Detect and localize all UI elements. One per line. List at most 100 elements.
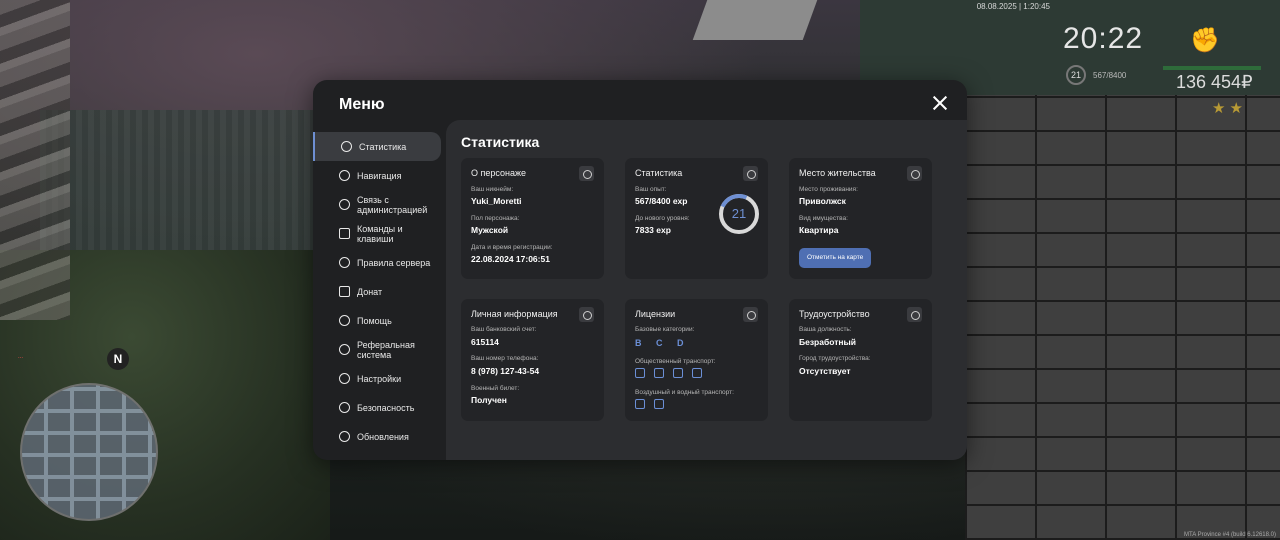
sidebar-item-contact-admin[interactable]: Связь с администрацией: [313, 190, 441, 219]
sidebar-item-label: Статистика: [359, 141, 407, 152]
background-roof: [692, 0, 818, 40]
hud-minimap: [20, 383, 158, 521]
card-about-character: О персонаже Ваш никнейм: Yuki_Moretti По…: [461, 158, 604, 279]
sidebar-item-label: Донат: [357, 286, 383, 297]
next-level-label: До нового уровня:: [635, 215, 690, 222]
next-level-value: 7833 exp: [635, 225, 671, 235]
sidebar: Статистика Навигация Связь с администрац…: [313, 132, 446, 451]
card-residence: Место жительства Место проживания: Приво…: [789, 158, 932, 279]
close-icon[interactable]: [931, 94, 949, 112]
tram-icon: [673, 368, 683, 378]
home-icon: [907, 166, 922, 181]
residence-label: Место проживания:: [799, 186, 858, 193]
sidebar-item-referral[interactable]: Реферальная система: [313, 335, 441, 364]
bank-value: 615114: [471, 337, 499, 347]
sidebar-item-label: Безопасность: [357, 402, 415, 413]
user-icon: [579, 166, 594, 181]
refresh-icon: [339, 431, 350, 442]
phone-value: 8 (978) 127-43-54: [471, 366, 540, 376]
menu-title: Меню: [339, 96, 385, 113]
card-title: Личная информация: [471, 309, 558, 319]
boat-icon: [654, 399, 664, 409]
wallet-icon: [339, 286, 350, 297]
gender-label: Пол персонажа:: [471, 215, 520, 222]
phone-label: Ваш номер телефона:: [471, 355, 539, 362]
sidebar-item-commands[interactable]: Команды и клавиши: [313, 219, 441, 248]
sidebar-item-rules[interactable]: Правила сервера: [313, 248, 441, 277]
background-fence: [40, 110, 330, 260]
bank-label: Ваш банковский счет:: [471, 326, 537, 333]
hud-health-bar: [1163, 66, 1261, 70]
card-employment: Трудоустройство Ваша должность: Безработ…: [789, 299, 932, 421]
card-title: Трудоустройство: [799, 309, 870, 319]
card-licenses: Лицензии Базовые категории: B C D Общест…: [625, 299, 768, 421]
registration-label: Дата и время регистрации:: [471, 244, 553, 251]
sidebar-item-label: Команды и клавиши: [357, 223, 403, 244]
sidebar-item-label: Обновления: [357, 431, 409, 442]
sidebar-item-donate[interactable]: Донат: [313, 277, 441, 306]
card-title: О персонаже: [471, 168, 526, 178]
hud-level: 21: [1066, 65, 1086, 85]
hud-clock: 20:22: [1063, 22, 1144, 55]
sidebar-item-label: Реферальная система: [357, 339, 415, 360]
card-statistics: Статистика Ваш опыт: 567/8400 exp До нов…: [625, 158, 768, 279]
employment-city-value: Отсутствует: [799, 366, 851, 376]
compass-icon: [339, 170, 350, 181]
exp-value: 567/8400 exp: [635, 196, 688, 206]
hud-chat: ...: [18, 354, 24, 360]
public-transport-label: Общественный транспорт:: [635, 358, 716, 365]
sidebar-item-navigation[interactable]: Навигация: [313, 161, 441, 190]
fist-icon: ✊: [1190, 27, 1220, 54]
sidebar-item-security[interactable]: Безопасность: [313, 393, 441, 422]
employment-city-label: Город трудоустройства:: [799, 355, 871, 362]
sidebar-item-label: Настройки: [357, 373, 402, 384]
hud-north-marker: N: [107, 348, 129, 370]
settings-icon: [579, 307, 594, 322]
position-label: Ваша должность:: [799, 326, 852, 333]
hud-money: 136 454₽: [1176, 72, 1253, 92]
sidebar-item-label: Связь с администрацией: [357, 194, 428, 215]
background-brick-wall: [965, 95, 1280, 540]
gender-value: Мужской: [471, 225, 509, 235]
content-panel: Статистика О персонаже Ваш никнейм: Yuki…: [446, 120, 967, 460]
sidebar-item-statistics[interactable]: Статистика: [313, 132, 441, 161]
nickname-value: Yuki_Moretti: [471, 196, 522, 206]
sidebar-item-label: Помощь: [357, 315, 392, 326]
sidebar-item-settings[interactable]: Настройки: [313, 364, 441, 393]
page-title: Статистика: [461, 134, 540, 150]
military-label: Военный билет:: [471, 385, 520, 392]
property-value: Квартира: [799, 225, 839, 235]
level-progress-ring: 21: [713, 188, 765, 240]
shield-icon: [339, 402, 350, 413]
menu-window: Меню Статистика Навигация Связь с админи…: [313, 80, 967, 460]
gear-icon: [339, 373, 350, 384]
residence-value: Приволжск: [799, 196, 846, 206]
card-title: Статистика: [635, 168, 683, 178]
card-personal-info: Личная информация Ваш банковский счет: 6…: [461, 299, 604, 421]
nickname-label: Ваш никнейм:: [471, 186, 514, 193]
sidebar-item-label: Правила сервера: [357, 257, 431, 268]
heart-icon: [339, 315, 350, 326]
sidebar-item-label: Навигация: [357, 170, 402, 181]
public-transport-icons: [635, 368, 702, 378]
level-value: 21: [731, 206, 747, 221]
pickaxe-icon: [907, 307, 922, 322]
mark-on-map-button[interactable]: Отметить на карте: [799, 248, 872, 268]
bus-icon: [635, 368, 645, 378]
pie-chart-icon: [743, 166, 758, 181]
exp-label: Ваш опыт:: [635, 186, 667, 193]
air-water-transport-icons: [635, 399, 664, 409]
trolleybus-icon: [654, 368, 664, 378]
share-icon: [339, 344, 350, 355]
hud-build-info: MTA Province #4 (build 6.12618.0): [1184, 532, 1276, 538]
sidebar-item-help[interactable]: Помощь: [313, 306, 441, 335]
base-categories-value: B C D: [635, 338, 690, 348]
card-title: Место жительства: [799, 168, 876, 178]
sidebar-item-updates[interactable]: Обновления: [313, 422, 441, 451]
background-tree: [0, 0, 70, 320]
air-water-transport-label: Воздушный и водный транспорт:: [635, 389, 734, 396]
headset-icon: [339, 199, 350, 210]
registration-value: 22.08.2024 17:06:51: [471, 254, 550, 264]
military-value: Получен: [471, 395, 507, 405]
plane-icon: [635, 399, 645, 409]
